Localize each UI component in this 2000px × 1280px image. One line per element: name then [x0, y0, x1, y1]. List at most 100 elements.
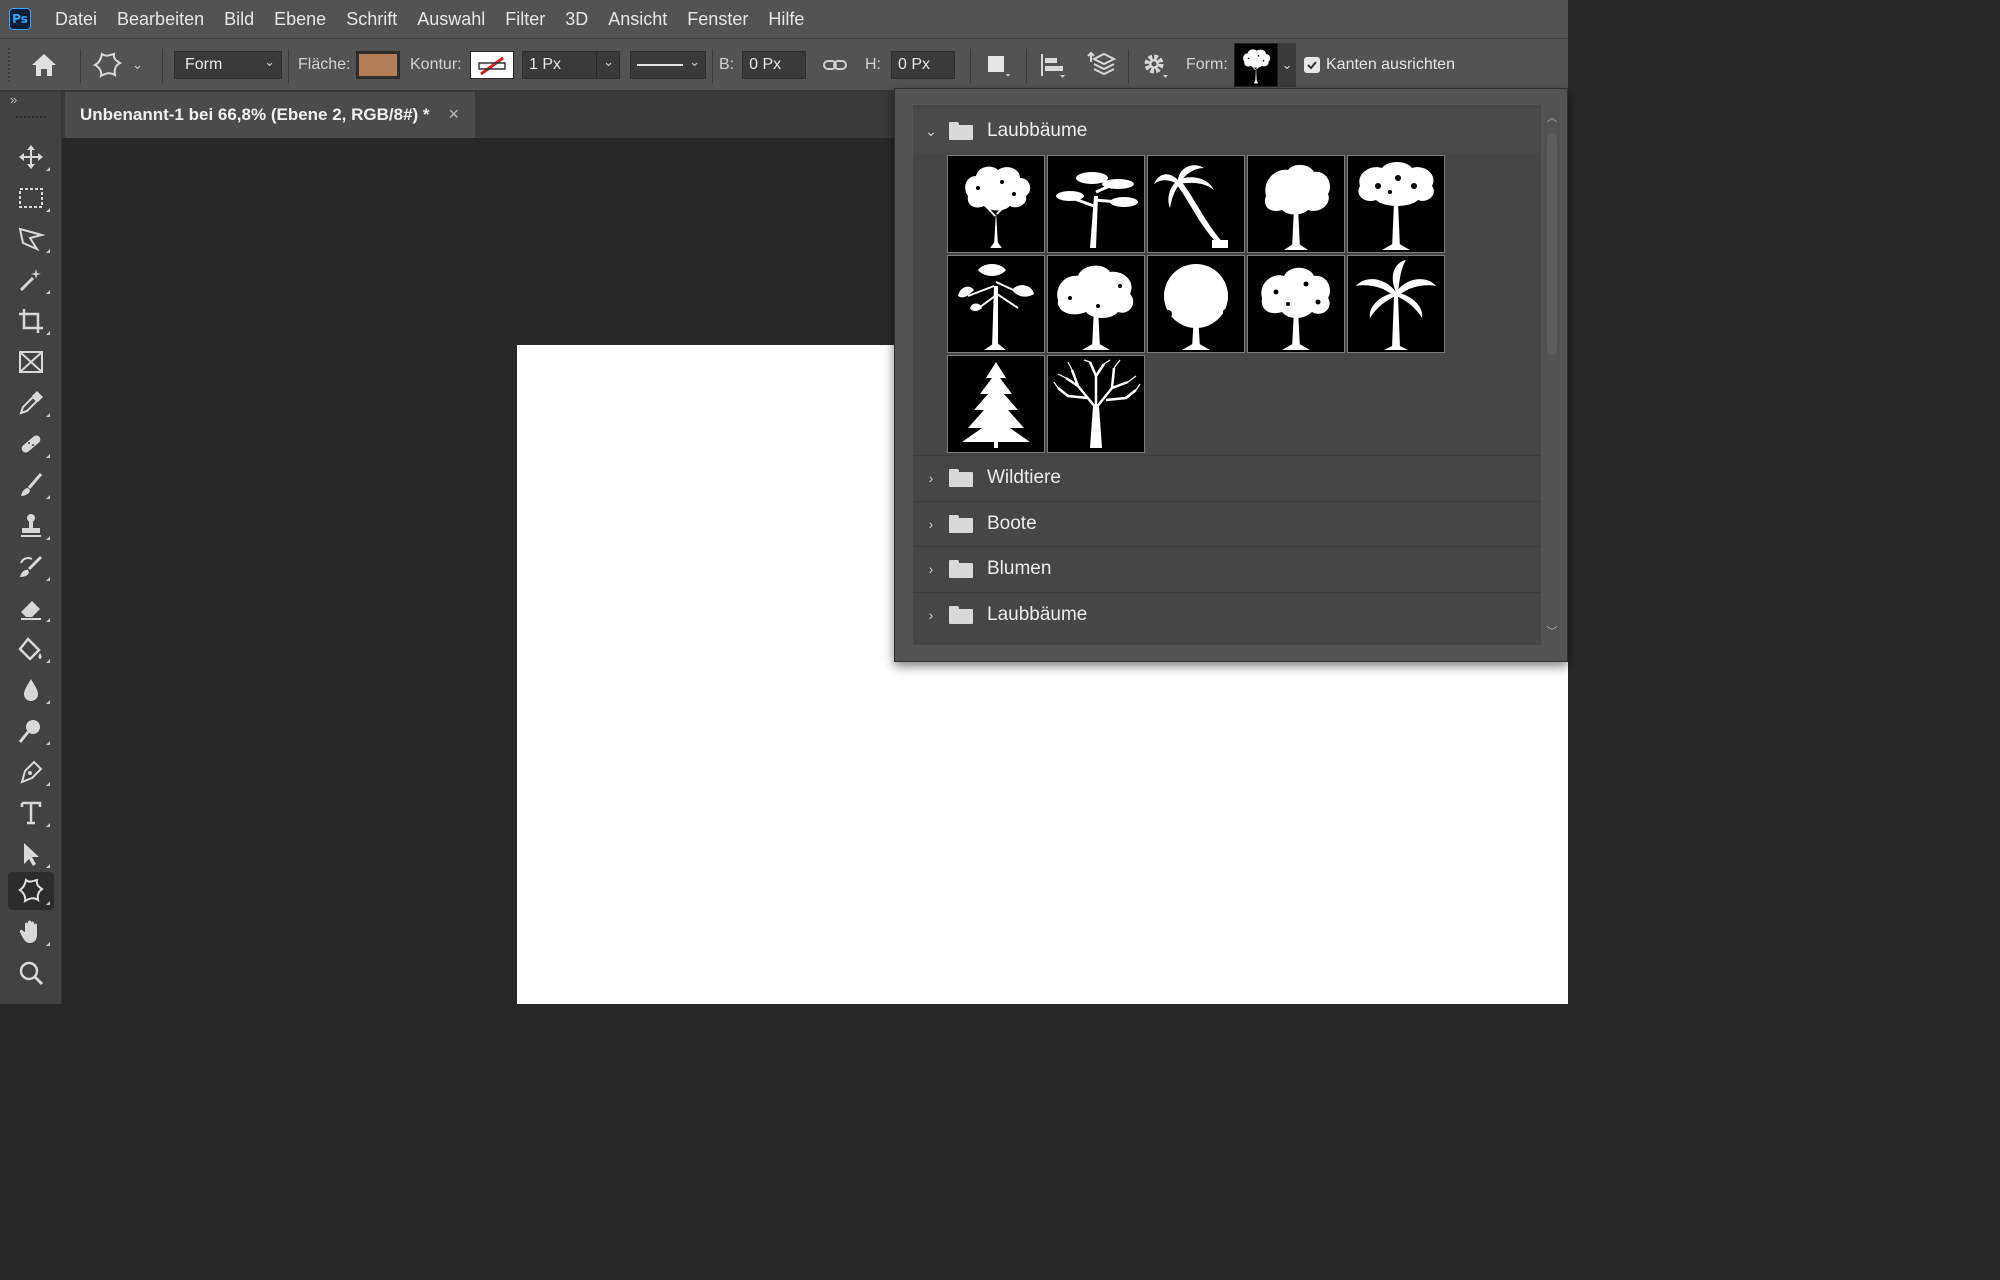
eraser-tool[interactable]: [8, 589, 54, 627]
stamp-tool[interactable]: [8, 507, 54, 545]
path-alignment-button[interactable]: [1038, 39, 1066, 91]
scroll-up-icon[interactable]: ︿: [1545, 109, 1559, 125]
checkmark-icon: [1307, 61, 1317, 70]
dodge-tool[interactable]: [8, 712, 54, 750]
menu-bild[interactable]: Bild: [214, 0, 264, 38]
mode-select[interactable]: Form ⌄: [174, 51, 282, 79]
scrollbar-thumb[interactable]: [1547, 133, 1557, 355]
shape-thumbnail[interactable]: [1047, 355, 1145, 453]
shape-thumbnail[interactable]: [1047, 255, 1145, 353]
stroke-type-select[interactable]: ⌄: [630, 51, 706, 79]
menu-filter[interactable]: Filter: [495, 0, 555, 38]
lasso-tool[interactable]: [8, 220, 54, 258]
settings-button[interactable]: [1140, 39, 1170, 91]
magnifier-icon: [19, 961, 44, 986]
group-name: Blumen: [987, 558, 1052, 579]
healing-tool[interactable]: [8, 425, 54, 463]
chevron-down-icon: ⌄: [689, 54, 700, 69]
palm-shape-icon: [1148, 156, 1244, 252]
menu-schrift[interactable]: Schrift: [336, 0, 407, 38]
photoshop-logo: Ps: [9, 8, 31, 30]
move-tool[interactable]: [8, 138, 54, 176]
shape-thumbnail[interactable]: [1147, 155, 1245, 253]
menu-3d[interactable]: 3D: [555, 0, 598, 38]
width-label: B:: [719, 56, 735, 73]
paint-bucket-tool[interactable]: [8, 630, 54, 668]
align-edges-checkbox[interactable]: [1304, 57, 1320, 73]
frame-icon: [19, 351, 43, 373]
brush-tool[interactable]: [8, 466, 54, 504]
menu-ebene[interactable]: Ebene: [264, 0, 336, 38]
shape-list-scrollbar[interactable]: ︿ ﹀: [1545, 109, 1559, 639]
menu-bearbeiten[interactable]: Bearbeiten: [107, 0, 214, 38]
shape-thumbnail[interactable]: [1147, 255, 1245, 353]
expand-panel-button[interactable]: »: [10, 92, 17, 107]
home-button[interactable]: [28, 39, 60, 91]
type-tool[interactable]: [8, 794, 54, 832]
menu-auswahl[interactable]: Auswahl: [407, 0, 495, 38]
magic-wand-icon: [19, 269, 41, 292]
hand-tool[interactable]: [8, 913, 54, 951]
crop-tool[interactable]: [8, 302, 54, 340]
shape-picker-button[interactable]: ⌄: [1234, 39, 1296, 91]
link-dimensions-button[interactable]: [822, 39, 848, 91]
chevron-right-icon[interactable]: ›: [913, 470, 949, 486]
shape-label: Form:: [1186, 56, 1228, 73]
chevron-right-icon[interactable]: ›: [913, 516, 949, 532]
shape-thumbnail[interactable]: [1347, 255, 1445, 353]
width-field[interactable]: 0 Px: [742, 51, 807, 79]
stroke-swatch[interactable]: [469, 51, 514, 79]
group-row-laubbaeume[interactable]: ⌄ Laubbäume: [913, 109, 1541, 153]
scroll-down-icon[interactable]: ﹀: [1545, 623, 1559, 639]
menu-hilfe[interactable]: Hilfe: [758, 0, 814, 38]
shape-thumbnail[interactable]: [1247, 155, 1345, 253]
shape-thumbnail[interactable]: [947, 255, 1045, 353]
close-icon[interactable]: ×: [448, 104, 459, 125]
solid-line-icon: [637, 64, 683, 66]
custom-shape-tool[interactable]: [8, 872, 54, 910]
chevron-right-icon[interactable]: ›: [913, 561, 949, 577]
stroke-width-field[interactable]: 1 Px ⌄: [522, 51, 620, 79]
home-icon: [32, 54, 56, 76]
polygon-lasso-icon: [18, 227, 45, 252]
marquee-tool[interactable]: [8, 179, 54, 217]
path-operations-button[interactable]: [984, 39, 1014, 91]
shape-thumbnail[interactable]: [1047, 155, 1145, 253]
tool-preset-picker[interactable]: ⌄: [92, 39, 152, 91]
tree-shape-icon: [948, 156, 1044, 252]
menu-fenster[interactable]: Fenster: [677, 0, 758, 38]
group-row-wildtiere[interactable]: › Wildtiere: [913, 456, 1541, 500]
brush-icon: [21, 473, 43, 496]
bare-tree-shape-icon: [1048, 356, 1144, 452]
zoom-tool[interactable]: [8, 954, 54, 992]
grip-handle[interactable]: [8, 39, 12, 91]
group-row-blumen[interactable]: › Blumen: [913, 547, 1541, 591]
document-tab[interactable]: Unbenannt-1 bei 66,8% (Ebene 2, RGB/8#) …: [65, 92, 475, 138]
magic-wand-tool[interactable]: [8, 261, 54, 299]
fill-swatch[interactable]: [356, 51, 401, 79]
paint-bucket-icon: [18, 637, 42, 661]
menu-ansicht[interactable]: Ansicht: [598, 0, 677, 38]
panel-grip[interactable]: [16, 116, 46, 120]
gear-icon: [1144, 54, 1168, 78]
eyedropper-tool[interactable]: [8, 384, 54, 422]
group-row-laubbaeume-2[interactable]: › Laubbäume: [913, 593, 1541, 637]
water-drop-icon: [24, 679, 38, 701]
height-field[interactable]: 0 Px: [891, 51, 955, 79]
path-selection-tool[interactable]: [8, 835, 54, 873]
chevron-right-icon[interactable]: ›: [913, 607, 949, 623]
frame-tool[interactable]: [8, 343, 54, 381]
align-icon: [1041, 54, 1065, 78]
shape-list[interactable]: ⌄ Laubbäume › Wildtiere › Boote › Blumen…: [913, 105, 1541, 645]
shape-thumbnail[interactable]: [947, 355, 1045, 453]
pen-tool[interactable]: [8, 753, 54, 791]
group-row-boote[interactable]: › Boote: [913, 502, 1541, 546]
history-brush-tool[interactable]: [8, 548, 54, 586]
blur-tool[interactable]: [8, 671, 54, 709]
shape-thumbnail[interactable]: [947, 155, 1045, 253]
shape-thumbnail[interactable]: [1347, 155, 1445, 253]
menu-datei[interactable]: Datei: [45, 0, 107, 38]
shape-thumbnail[interactable]: [1247, 255, 1345, 353]
path-arrangement-button[interactable]: [1086, 39, 1118, 91]
chevron-down-icon[interactable]: ⌄: [913, 123, 949, 140]
